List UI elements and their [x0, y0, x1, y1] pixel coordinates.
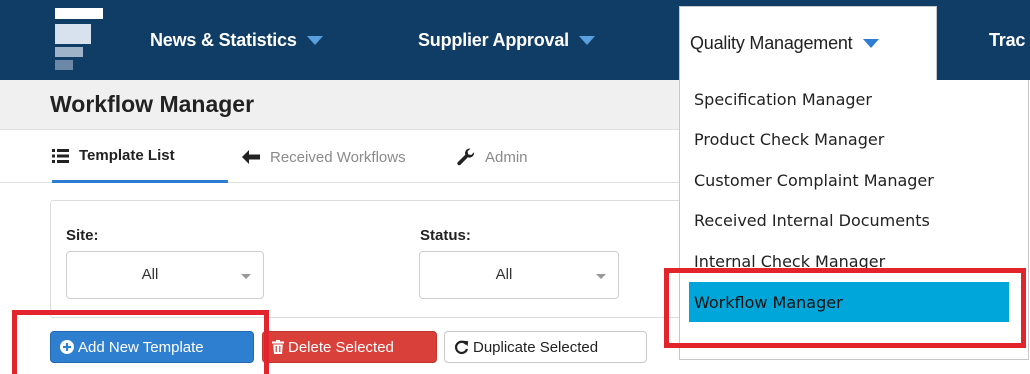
annotation-highlight-box — [12, 310, 269, 374]
site-label: Site: — [66, 227, 99, 244]
annotation-highlight-box — [664, 268, 1026, 348]
menu-item-received-internal-documents[interactable]: Received Internal Documents — [694, 211, 930, 230]
status-select[interactable]: All — [419, 251, 619, 299]
caret-down-icon — [596, 274, 606, 279]
menu-item-customer-complaint-manager[interactable]: Customer Complaint Manager — [694, 171, 934, 190]
nav-item-label: News & Statistics — [150, 29, 297, 50]
delete-selected-button[interactable]: Delete Selected — [262, 331, 437, 363]
logo-bar — [55, 47, 83, 57]
tab-label: Received Workflows — [270, 148, 406, 166]
filter-panel: Site: All Status: All — [50, 200, 690, 318]
logo-bar — [55, 60, 73, 70]
nav-item-trac[interactable]: Trac — [989, 0, 1025, 80]
nav-item-quality-management[interactable]: Quality Management — [679, 6, 937, 80]
wrench-icon — [457, 148, 475, 166]
nav-item-news-statistics[interactable]: News & Statistics — [150, 0, 323, 80]
logo-bar — [55, 8, 103, 19]
tab-bar: Template List Received Workflows Admin — [0, 131, 679, 183]
app-logo[interactable] — [55, 8, 103, 70]
tab-label: Admin — [485, 148, 528, 166]
site-select-value: All — [141, 266, 159, 283]
nav-item-label: Trac — [989, 29, 1026, 50]
refresh-icon — [455, 340, 469, 354]
tab-received-workflows[interactable]: Received Workflows — [242, 131, 406, 183]
list-icon — [52, 148, 69, 163]
site-select[interactable]: All — [66, 251, 264, 299]
trash-icon — [272, 340, 284, 354]
menu-item-product-check-manager[interactable]: Product Check Manager — [694, 130, 884, 149]
caret-down-icon — [241, 274, 251, 279]
button-label: Duplicate Selected — [473, 338, 599, 356]
status-label: Status: — [420, 227, 471, 244]
tab-template-list[interactable]: Template List — [52, 131, 228, 183]
page-title: Workflow Manager — [50, 91, 255, 117]
nav-item-supplier-approval[interactable]: Supplier Approval — [418, 0, 595, 80]
nav-item-label: Supplier Approval — [418, 29, 569, 50]
caret-down-icon — [578, 35, 595, 45]
arrow-left-icon — [242, 150, 260, 164]
button-label: Delete Selected — [288, 338, 394, 356]
tab-label: Template List — [79, 147, 175, 164]
nav-item-label: Quality Management — [690, 33, 853, 53]
caret-down-icon — [862, 39, 879, 48]
page-header: Workflow Manager — [0, 80, 679, 130]
menu-item-specification-manager[interactable]: Specification Manager — [694, 90, 872, 109]
logo-bar — [55, 24, 91, 44]
tab-admin[interactable]: Admin — [457, 131, 528, 183]
caret-down-icon — [306, 35, 323, 45]
duplicate-selected-button[interactable]: Duplicate Selected — [444, 331, 647, 363]
status-select-value: All — [495, 266, 513, 283]
